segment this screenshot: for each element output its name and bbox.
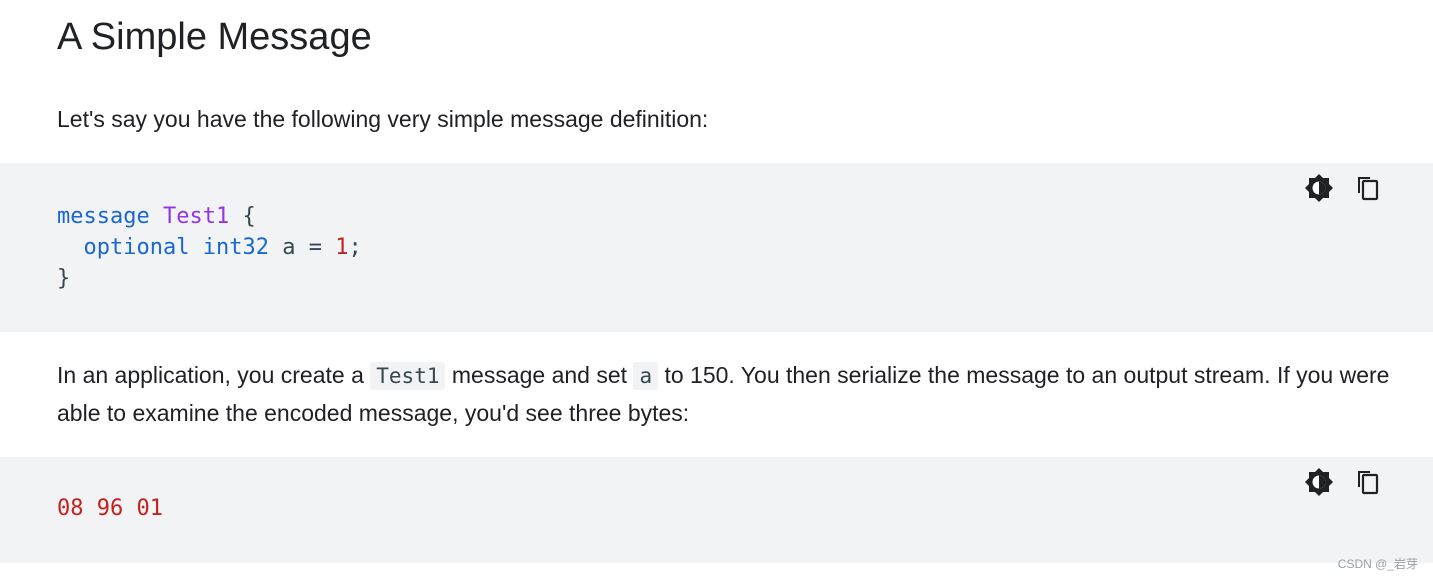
para-text: message and set xyxy=(445,362,634,388)
code-line-1: message Test1 { xyxy=(57,204,256,229)
code-line-2: optional int32 a = 1; xyxy=(57,235,362,260)
code-number: 1 xyxy=(335,235,349,260)
inline-code-a: a xyxy=(633,362,659,390)
code-encoded-bytes: 08 96 01 xyxy=(57,493,163,524)
code-brace-close: } xyxy=(57,266,71,291)
para-text: In an application, you create a xyxy=(57,362,371,388)
code-keyword: optional xyxy=(83,235,190,260)
explanation-paragraph: In an application, you create a Test1 me… xyxy=(57,357,1402,432)
watermark: CSDN @_岩芽 xyxy=(1337,557,1418,571)
code-brace-open: { xyxy=(242,204,256,229)
theme-toggle-icon[interactable] xyxy=(1303,466,1335,498)
code-block-message-definition: message Test1 { optional int32 a = 1; } xyxy=(0,163,1433,332)
section-heading: A Simple Message xyxy=(57,16,372,58)
inline-code-test1: Test1 xyxy=(370,362,446,390)
code-class-name: Test1 xyxy=(162,204,230,229)
code-block-encoded-bytes: 08 96 01 xyxy=(0,457,1433,563)
code-line-3: } xyxy=(57,266,70,291)
code-message-definition: message Test1 { optional int32 a = 1; } xyxy=(57,201,362,294)
code-type: int32 xyxy=(202,235,269,260)
intro-paragraph: Let's say you have the following very si… xyxy=(57,106,709,132)
code-operator: = xyxy=(308,235,322,260)
code-field-name: a xyxy=(282,235,296,260)
code-semicolon: ; xyxy=(348,235,362,260)
theme-toggle-icon[interactable] xyxy=(1303,172,1335,204)
code-bytes: 08 96 01 xyxy=(57,496,163,521)
copy-icon[interactable] xyxy=(1352,172,1384,204)
copy-icon[interactable] xyxy=(1352,466,1384,498)
code-keyword: message xyxy=(57,204,150,229)
